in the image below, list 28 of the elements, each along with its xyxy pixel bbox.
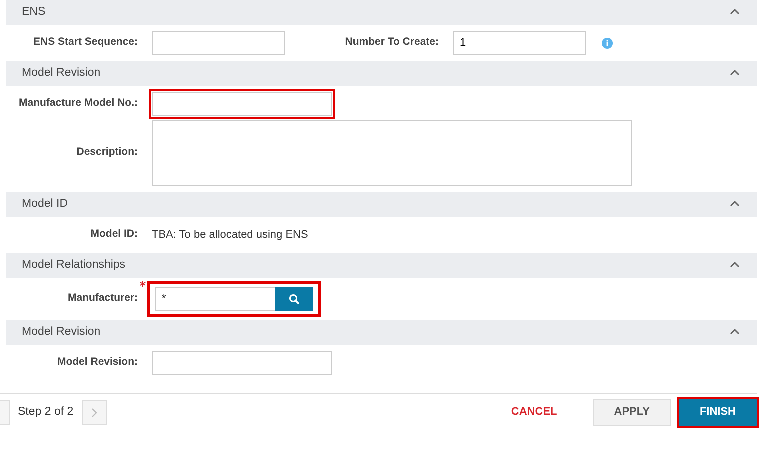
input-field[interactable] xyxy=(152,92,332,116)
step-indicator: Step 2 of 2 xyxy=(18,404,74,420)
field-value: TBA: To be allocated using ENS xyxy=(152,228,308,243)
section-title: Model ID xyxy=(22,196,68,212)
input-field[interactable]: 1 xyxy=(453,31,586,55)
input-field[interactable]: * xyxy=(155,287,275,311)
field-label: Model Revision: xyxy=(56,355,138,370)
section-title: ENS xyxy=(22,4,46,20)
previous-button[interactable] xyxy=(0,400,10,425)
finish-button[interactable]: FINISH xyxy=(678,399,757,426)
text-area[interactable] xyxy=(152,120,632,186)
apply-button[interactable]: APPLY xyxy=(593,399,671,426)
field-label: Model ID: xyxy=(90,227,138,242)
info-icon[interactable] xyxy=(602,38,613,48)
section-title: Model Revision xyxy=(22,324,101,340)
search-icon xyxy=(288,294,300,304)
field-label: Manufacture Model No.: xyxy=(18,96,138,112)
section-title: Model Revision xyxy=(22,66,101,81)
input-field[interactable] xyxy=(152,31,285,55)
section-title: Model Relationships xyxy=(22,258,126,273)
search-button[interactable] xyxy=(275,287,313,311)
input-field[interactable] xyxy=(152,351,332,375)
field-label: Number To Create: xyxy=(344,35,439,50)
field-label: ENS Start Sequence: xyxy=(32,35,138,50)
field-label: Manufacturer: xyxy=(66,291,138,306)
field-label: Description: xyxy=(76,145,138,160)
cancel-button[interactable]: CANCEL xyxy=(491,399,578,426)
chevron-right-icon xyxy=(90,408,98,418)
